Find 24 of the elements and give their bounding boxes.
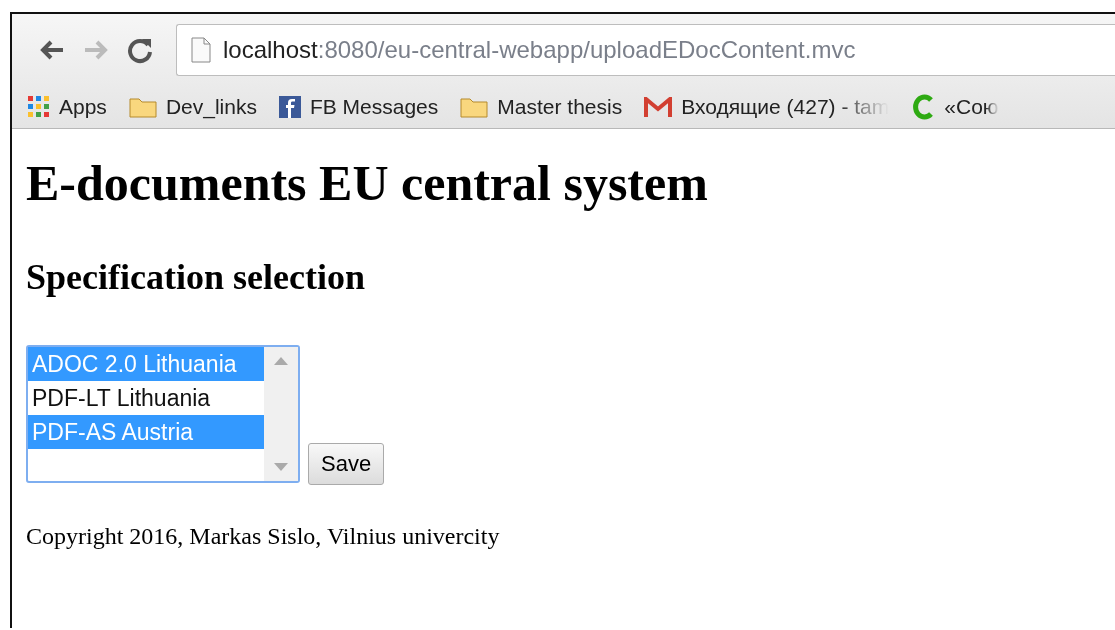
scroll-down-icon[interactable] <box>274 463 288 471</box>
apps-grid-icon <box>28 96 50 118</box>
bookmark-item[interactable]: Dev_links <box>128 95 257 119</box>
back-arrow-icon <box>39 39 65 61</box>
bookmark-item[interactable]: FB Messages <box>278 95 439 119</box>
reload-icon <box>126 36 154 64</box>
address-bar[interactable]: localhost:8080/eu-central-webapp/uploadEDocContent.mvc <box>176 24 1115 76</box>
c-logo-icon <box>911 94 936 120</box>
bookmark-item[interactable]: Master thesis <box>460 95 623 119</box>
specification-listbox[interactable]: ADOC 2.0 Lithuania PDF-LT Lithuania PDF-AS Austria <box>26 345 300 483</box>
bookmark-item[interactable]: Apps <box>28 95 107 119</box>
forward-arrow-icon <box>83 39 109 61</box>
list-option[interactable]: PDF-LT Lithuania <box>28 381 264 415</box>
folder-icon <box>128 96 157 118</box>
scroll-up-icon[interactable] <box>274 357 288 365</box>
facebook-icon <box>278 96 301 118</box>
page-title: E-documents EU central system <box>26 154 709 213</box>
copyright-text: Copyright 2016, Markas Sislo, Vilnius univercity <box>26 523 501 550</box>
save-button[interactable]: Save <box>308 443 385 485</box>
mail-m-icon <box>644 97 673 117</box>
folder-icon <box>460 96 489 118</box>
bookmark-item[interactable]: «Сою <box>911 94 999 120</box>
page-icon <box>191 37 211 63</box>
section-heading: Specification selection <box>26 256 366 299</box>
